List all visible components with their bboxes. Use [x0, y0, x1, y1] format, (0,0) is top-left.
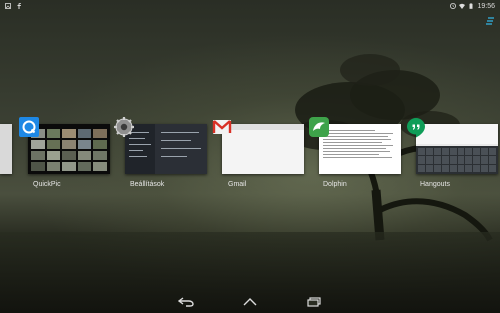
facebook-notification-icon — [17, 3, 21, 9]
home-icon — [243, 298, 257, 306]
recent-app-label-quickpic: QuickPic — [33, 181, 61, 188]
settings-gear-icon[interactable] — [113, 116, 135, 138]
wifi-icon — [459, 3, 466, 9]
status-bar: 19:56 — [0, 0, 500, 12]
recent-app-label-gmail: Gmail — [228, 181, 247, 188]
alarm-icon — [450, 3, 457, 9]
recents-button[interactable] — [305, 296, 323, 308]
home-button[interactable] — [241, 296, 259, 308]
status-notifications — [5, 3, 22, 9]
battery-icon — [469, 3, 473, 9]
quickpic-icon[interactable] — [18, 116, 40, 138]
recent-app-label-dolphin: Dolphin — [323, 181, 347, 188]
hangouts-thumbnail-keyboard — [416, 146, 498, 174]
navigation-bar — [0, 291, 500, 313]
dolphin-icon[interactable] — [308, 116, 330, 138]
recent-app-card-dolphin[interactable] — [319, 124, 401, 174]
quickpic-thumbnail-grid — [31, 129, 107, 171]
recent-app-card-settings[interactable] — [125, 124, 207, 174]
recent-app-label-hangouts: Hangouts — [420, 181, 450, 188]
hangouts-icon[interactable] — [405, 116, 427, 138]
hangouts-thumbnail-header — [416, 124, 498, 144]
dolphin-thumbnail-text — [323, 130, 397, 158]
gmail-icon[interactable] — [211, 116, 233, 138]
recent-app-card-hangouts[interactable] — [416, 124, 498, 174]
back-button[interactable] — [177, 296, 195, 308]
recent-app-card-partial[interactable] — [0, 124, 12, 174]
clock-time: 19:56 — [477, 2, 495, 10]
status-system: 19:56 — [450, 3, 495, 10]
gmail-thumbnail-bar — [222, 124, 304, 130]
recent-app-card-quickpic[interactable] — [28, 124, 110, 174]
recent-app-card-gmail[interactable] — [222, 124, 304, 174]
recent-app-label-settings: Beállítások — [130, 181, 165, 188]
back-icon — [178, 297, 194, 307]
image-notification-icon — [5, 3, 11, 9]
recents-icon — [307, 297, 321, 307]
clear-all-icon[interactable] — [485, 16, 495, 26]
